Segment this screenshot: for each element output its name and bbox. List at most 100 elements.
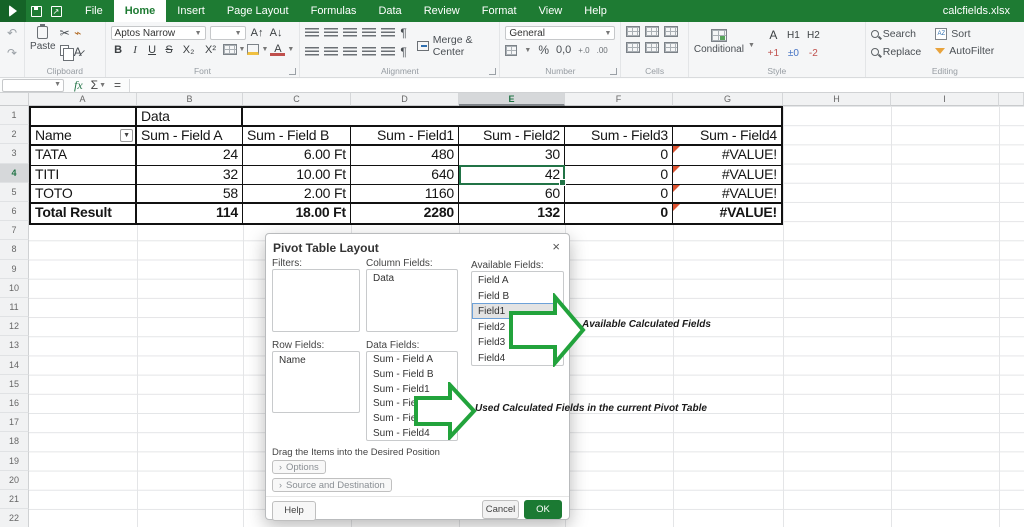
comma-style-button[interactable]: 0,0	[556, 44, 571, 56]
format-painter-icon[interactable]: ⌁	[74, 26, 81, 40]
pivot-header-cell-2[interactable]: Sum - Field B	[243, 127, 351, 144]
tab-view[interactable]: View	[528, 0, 574, 22]
row-header-21[interactable]: 21	[0, 490, 29, 509]
format-rows-icon[interactable]	[664, 42, 678, 53]
tab-home[interactable]: Home	[114, 0, 167, 22]
decrease-font-icon[interactable]: A↓	[269, 27, 284, 39]
row-header-1[interactable]: 1	[0, 106, 29, 125]
pivot-cell-2[interactable]: 6.00 Ft	[243, 146, 351, 164]
number-dialog-launcher-icon[interactable]	[610, 68, 617, 75]
row-header-11[interactable]: 11	[0, 298, 29, 317]
row-header-12[interactable]: 12	[0, 317, 29, 336]
row-header-15[interactable]: 15	[0, 375, 29, 394]
pivot-r1-cell-0[interactable]	[31, 108, 137, 125]
pivot-cell-5[interactable]: 0	[565, 185, 673, 202]
tab-file[interactable]: File	[74, 0, 114, 22]
column-header-B[interactable]: B	[137, 93, 243, 106]
column-header-clipped[interactable]	[999, 93, 1024, 106]
percent-style-button[interactable]: %	[538, 43, 549, 57]
pivot-cell-1[interactable]: 24	[137, 146, 243, 164]
format-cells-icon[interactable]	[664, 26, 678, 37]
pivot-r1-cell-2[interactable]	[243, 108, 351, 125]
tab-review[interactable]: Review	[413, 0, 471, 22]
name-box[interactable]: ▼	[2, 79, 64, 92]
app-logo[interactable]	[0, 0, 26, 22]
copy-icon[interactable]	[60, 45, 69, 56]
merge-center-button[interactable]: Merge & Center	[417, 26, 495, 65]
quick-save-button[interactable]	[26, 0, 46, 22]
row-header-14[interactable]: 14	[0, 356, 29, 375]
row-header-6[interactable]: 6	[0, 202, 29, 221]
text-direction-icon[interactable]: ¶	[400, 45, 406, 59]
increase-decimal-icon[interactable]: +.0	[578, 46, 589, 55]
pivot-cell-0[interactable]: TATA	[31, 146, 137, 164]
column-header-I[interactable]: I	[891, 93, 999, 106]
column-header-H[interactable]: H	[783, 93, 891, 106]
pivot-cell-6[interactable]: #VALUE!	[673, 166, 781, 184]
tab-format[interactable]: Format	[471, 0, 528, 22]
decrease-decimal-icon[interactable]: .00	[597, 46, 608, 55]
strikethrough-button[interactable]: S	[162, 44, 177, 56]
cancel-button[interactable]: Cancel	[482, 500, 519, 519]
column-header-D[interactable]: D	[351, 93, 459, 106]
cell-style-heading2[interactable]: H2	[805, 30, 822, 41]
pivot-cell-0[interactable]: TOTO	[31, 185, 137, 202]
pivot-r1-cell-5[interactable]	[565, 108, 673, 125]
row-header-8[interactable]: 8	[0, 240, 29, 259]
pivot-cell-6[interactable]: #VALUE!	[673, 185, 781, 202]
column-header-A[interactable]: A	[29, 93, 137, 106]
pivot-header-cell-6[interactable]: Sum - Field4	[673, 127, 781, 144]
insert-function-icon[interactable]: fx	[74, 78, 83, 93]
quick-share-button[interactable]: ↗	[46, 0, 66, 22]
tab-help[interactable]: Help	[573, 0, 618, 22]
column-header-C[interactable]: C	[243, 93, 351, 106]
font-size-select[interactable]: ▼	[210, 26, 246, 40]
pivot-cell-5[interactable]: 0	[565, 166, 673, 184]
insert-cells-icon[interactable]	[626, 26, 640, 37]
tab-data[interactable]: Data	[367, 0, 412, 22]
column-header-G[interactable]: G	[673, 93, 783, 106]
pivot-header-cell-5[interactable]: Sum - Field3	[565, 127, 673, 144]
pivot-cell-1[interactable]: 58	[137, 185, 243, 202]
column-header-F[interactable]: F	[565, 93, 673, 106]
help-button[interactable]: Help	[272, 501, 316, 521]
delete-rows-icon[interactable]	[645, 42, 659, 53]
redo-icon[interactable]: ↷	[7, 46, 17, 60]
pivot-cell-4[interactable]: 60	[459, 185, 565, 202]
row-header-5[interactable]: 5	[0, 183, 29, 202]
pivot-total-cell-5[interactable]: 0	[565, 204, 673, 223]
pivot-header-cell-0[interactable]: Name▼	[31, 127, 137, 144]
tab-page-layout[interactable]: Page Layout	[216, 0, 300, 22]
pivot-r1-cell-1[interactable]: Data	[137, 108, 243, 125]
row-header-7[interactable]: 7	[0, 221, 29, 240]
insert-rows-icon[interactable]	[626, 42, 640, 53]
pivot-cell-1[interactable]: 32	[137, 166, 243, 184]
cell-style-heading1[interactable]: H1	[785, 30, 802, 41]
number-format-select[interactable]: General▼	[505, 26, 615, 40]
align-left-icon[interactable]	[305, 47, 319, 57]
undo-icon[interactable]: ↶	[7, 26, 17, 40]
align-right-icon[interactable]	[343, 47, 357, 57]
wrap-text-icon[interactable]	[381, 47, 395, 57]
cut-icon[interactable]: ✂	[60, 26, 70, 40]
options-expander[interactable]: ›Options	[272, 460, 326, 474]
pivot-r1-cell-4[interactable]	[459, 108, 565, 125]
clear-style-icon[interactable]: A̷	[74, 45, 82, 59]
accounting-style-icon[interactable]	[505, 45, 517, 56]
pivot-total-cell-0[interactable]: Total Result	[31, 204, 137, 223]
tab-insert[interactable]: Insert	[166, 0, 216, 22]
align-top-icon[interactable]	[305, 28, 319, 38]
row-header-3[interactable]: 3	[0, 144, 29, 163]
fill-color-icon[interactable]	[247, 44, 259, 55]
row-field-name[interactable]: Name	[273, 352, 359, 368]
row-header-4[interactable]: 4	[0, 164, 29, 183]
row-header-2[interactable]: 2	[0, 125, 29, 144]
borders-icon[interactable]	[223, 44, 237, 55]
ok-button[interactable]: OK	[524, 500, 562, 519]
row-header-9[interactable]: 9	[0, 260, 29, 279]
cell-style-normal[interactable]: A	[765, 28, 782, 42]
column-fields-box[interactable]: Data	[366, 269, 458, 332]
pivot-total-cell-4[interactable]: 132	[459, 204, 565, 223]
increase-indent-icon[interactable]	[362, 28, 376, 38]
name-filter-button[interactable]: ▼	[120, 129, 133, 142]
